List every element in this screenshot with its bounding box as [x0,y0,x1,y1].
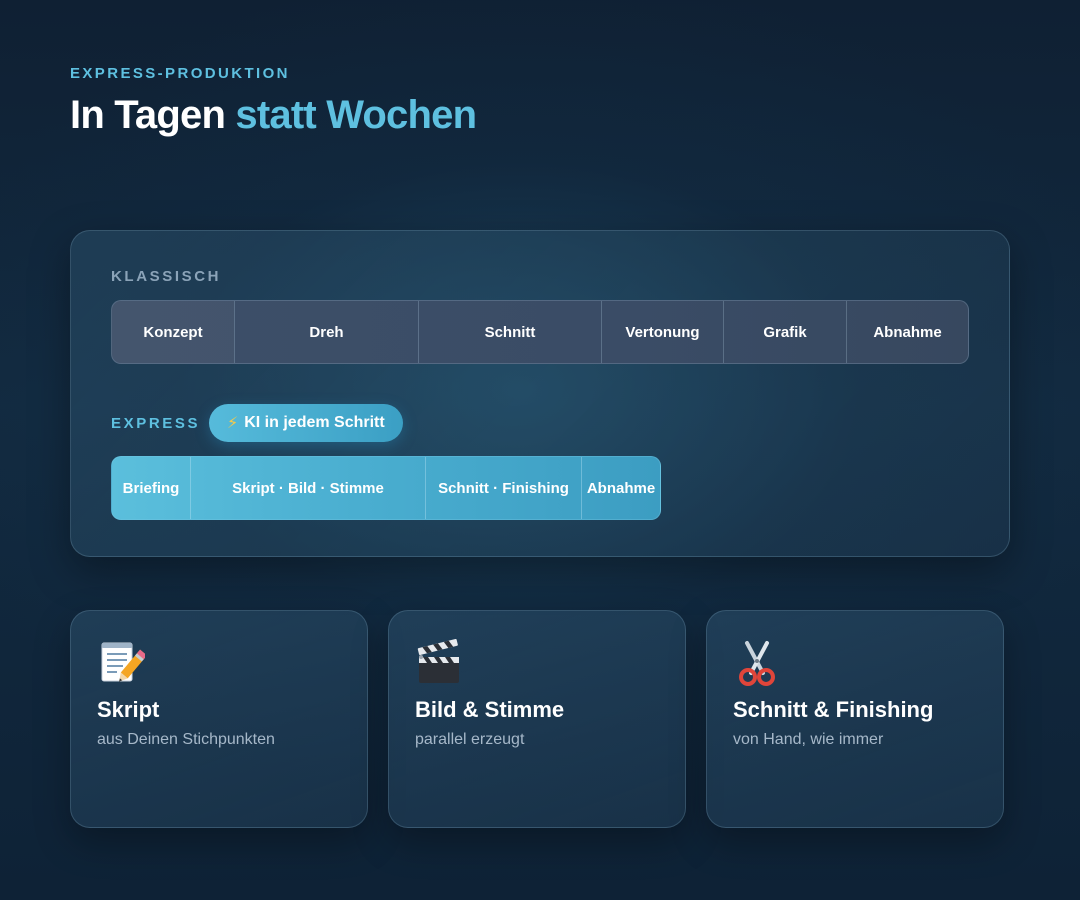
express-segment: Schnitt · Finishing [425,457,581,519]
classic-segment: Grafik [723,301,846,363]
lightning-icon: ⚡ [227,415,239,432]
classic-track: Konzept Dreh Schnitt Vertonung Grafik Ab… [111,300,969,364]
clapperboard-icon [417,639,459,683]
feature-title: Schnitt & Finishing [733,697,934,722]
feature-card-schnitt: Schnitt & Finishing von Hand, wie immer [706,610,1004,828]
title-main: In Tagen [70,93,226,137]
classic-segment: Abnahme [846,301,968,363]
express-row-label: EXPRESS [111,415,201,432]
express-segment: Skript · Bild · Stimme [190,457,425,519]
feature-cards: Skript aus Deinen Stichpunkten Bild & St… [70,610,1004,828]
timeline-panel: KLASSISCH Konzept Dreh Schnitt Vertonung… [70,230,1010,557]
express-segment: Briefing [122,479,180,497]
classic-row-label: KLASSISCH [111,268,222,285]
classic-segment: Konzept [112,301,234,363]
classic-segment: Dreh [234,301,418,363]
feature-title: Skript [97,697,160,722]
eyebrow-label: EXPRESS-PRODUKTION [70,65,290,82]
ki-badge-label: KI in jedem Schritt [244,414,385,431]
classic-segment: Vertonung [601,301,723,363]
feature-card-bild-stimme: Bild & Stimme parallel erzeugt [388,610,686,828]
feature-subtitle: von Hand, wie immer [733,731,884,748]
feature-subtitle: aus Deinen Stichpunkten [97,731,275,748]
page-title: In Tagen statt Wochen [70,90,477,140]
feature-card-skript: Skript aus Deinen Stichpunkten [70,610,368,828]
title-accent: statt Wochen [235,93,477,137]
express-track: Briefing Skript · Bild · Stimme Schnitt … [111,456,661,520]
ki-badge: ⚡ KI in jedem Schritt [209,404,403,442]
feature-title: Bild & Stimme [415,697,565,722]
express-segment: Abnahme [581,457,660,519]
scissors-icon [739,641,775,686]
memo-pencil-icon [101,642,145,682]
feature-subtitle: parallel erzeugt [415,731,525,748]
classic-segment: Schnitt [418,301,601,363]
